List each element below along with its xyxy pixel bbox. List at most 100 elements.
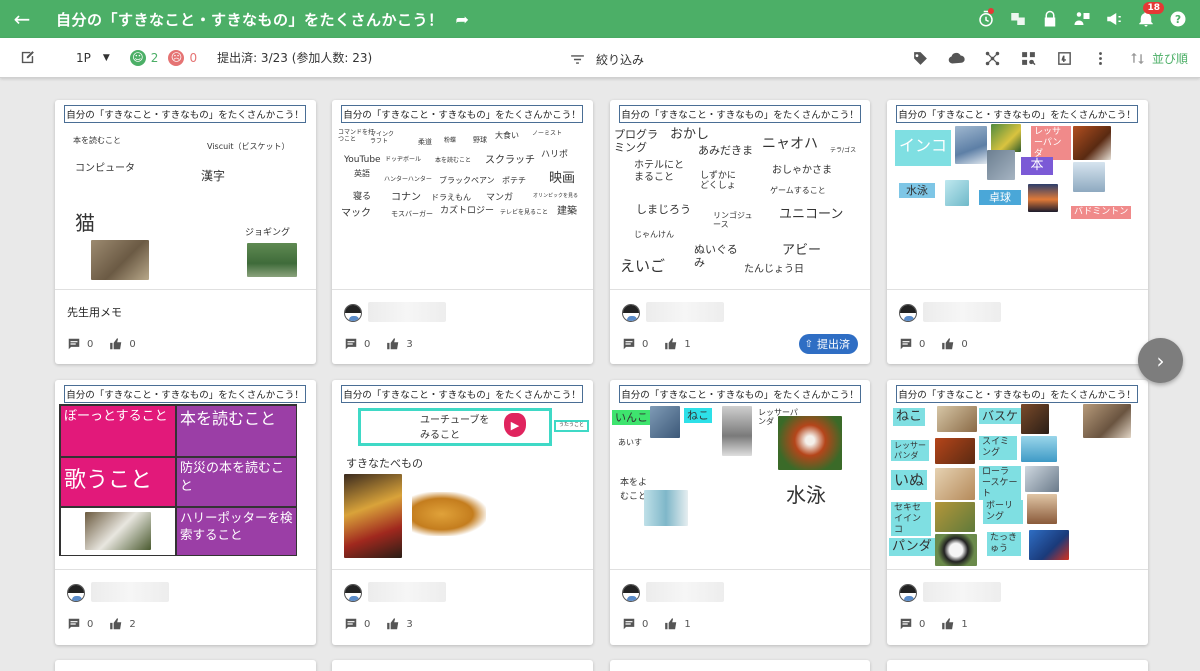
card-heading: 自分の「すきなこと・すきなもの」をたくさんかこう！ — [896, 105, 1138, 123]
filter-button[interactable]: 絞り込み — [566, 48, 644, 70]
card-7[interactable]: 自分の「すきなこと・すきなもの」をたくさんかこう！ いんこ ねこ レッサーパンダ… — [610, 380, 870, 645]
like-count: 1 — [684, 338, 691, 350]
thumbs-up-icon[interactable] — [941, 337, 955, 351]
thumbs-up-icon[interactable] — [109, 617, 123, 631]
teacher-icon[interactable] — [1066, 0, 1098, 38]
word-tag: ボーリング — [983, 500, 1023, 524]
back-arrow-icon[interactable]: ← — [0, 0, 44, 38]
word-tag: レッサーパンダ — [1031, 126, 1071, 161]
word: 本を読むこと — [73, 136, 121, 145]
word: えいご — [620, 257, 666, 275]
word: カズトロジー — [440, 206, 495, 216]
word: すきなたべもの — [346, 457, 423, 470]
thumbs-up-icon[interactable] — [664, 337, 678, 351]
tag-icon[interactable] — [910, 47, 932, 69]
thumbs-up-icon[interactable] — [109, 337, 123, 351]
word: ブラックペアン — [439, 176, 495, 185]
panda-photo — [935, 534, 977, 566]
french-fries-photo — [344, 474, 402, 558]
bowling-photo — [1027, 494, 1057, 524]
submission-status: 提出済: 3/23 (参加人数: 23) — [217, 51, 373, 65]
word: ホテルにとまること — [634, 160, 684, 183]
like-count: 0 — [961, 338, 968, 350]
red-panda-photo — [778, 416, 842, 470]
column-count-icon[interactable] — [1054, 47, 1076, 69]
notification-badge: 18 — [1143, 2, 1164, 14]
word: 英語 — [354, 169, 370, 178]
card-heading: 自分の「すきなこと・すきなもの」をたくさんかこう！ — [341, 385, 583, 403]
help-icon[interactable]: ? — [1162, 0, 1194, 38]
student-name-blurred — [91, 582, 169, 602]
good-count: 2 — [150, 50, 159, 65]
comment-icon[interactable] — [344, 617, 358, 631]
word: 大食い — [495, 131, 519, 140]
card-3[interactable]: 自分の「すきなこと・すきなもの」をたくさんかこう！ プログラミング おかし あみ… — [610, 100, 870, 364]
word: じゃんけん — [634, 230, 674, 239]
word-tag: ねこ — [684, 408, 712, 424]
image-search-icon[interactable] — [1018, 47, 1040, 69]
word: うたうこと — [554, 420, 590, 432]
parakeets-photo — [935, 502, 975, 532]
like-count: 3 — [406, 618, 413, 630]
grid-cell-image — [60, 507, 176, 556]
comment-icon[interactable] — [622, 337, 636, 351]
announce-icon[interactable] — [1098, 0, 1130, 38]
card-11-partial[interactable] — [610, 660, 870, 671]
red-panda-photo — [1073, 126, 1111, 160]
card-1[interactable]: 自分の「すきなこと・すきなもの」をたくさんかこう！ 本を読むこと Viscuit… — [55, 100, 316, 364]
timer-icon[interactable] — [970, 0, 1002, 38]
card-6[interactable]: 自分の「すきなこと・すきなもの」をたくさんかこう！ ユーチューブをみること ▶ … — [332, 380, 593, 645]
card-8[interactable]: 自分の「すきなこと・すきなもの」をたくさんかこう！ ねこ バスケ レッサーパンダ… — [887, 380, 1148, 645]
chevron-down-icon[interactable]: ▼ — [103, 53, 110, 63]
thumbs-up-icon[interactable] — [664, 617, 678, 631]
word: テレビを見ること — [500, 209, 549, 216]
comment-icon[interactable] — [344, 337, 358, 351]
card-9-partial[interactable] — [55, 660, 316, 671]
word: ゲームすること — [770, 186, 826, 195]
sort-button[interactable]: 並び順 — [1129, 50, 1188, 67]
smile-face-icon[interactable]: ☺ — [129, 49, 146, 66]
word: ハリポ — [541, 150, 569, 160]
thumbs-up-icon[interactable] — [941, 617, 955, 631]
card-4[interactable]: 自分の「すきなこと・すきなもの」をたくさんかこう！ インコ レッサーパンダ 本 … — [887, 100, 1148, 364]
card-2[interactable]: 自分の「すきなこと・すきなもの」をたくさんかこう！ コマンドを打つこと マインク… — [332, 100, 593, 364]
submitted-label: 提出済 — [817, 338, 850, 351]
comment-icon[interactable] — [899, 337, 913, 351]
avatar — [344, 584, 362, 602]
lock-icon[interactable] — [1034, 0, 1066, 38]
dogs-photo — [935, 468, 975, 500]
thumbs-up-icon[interactable] — [386, 337, 400, 351]
word: ユニコーン — [779, 207, 844, 222]
student-name-blurred — [646, 582, 724, 602]
frown-face-icon[interactable]: ☹ — [168, 49, 185, 66]
spellcheck-cloud-icon[interactable] — [946, 47, 968, 69]
comment-count: 0 — [87, 618, 94, 630]
comment-icon[interactable] — [899, 617, 913, 631]
network-icon[interactable] — [982, 47, 1004, 69]
word: 柔道 — [418, 138, 432, 146]
card-10-partial[interactable] — [332, 660, 593, 671]
grid-cell: 歌うこと — [60, 457, 176, 507]
comment-icon[interactable] — [622, 617, 636, 631]
page-selector[interactable]: 1P — [76, 51, 91, 65]
word: 本を読むこと — [435, 157, 472, 164]
comment-icon[interactable] — [67, 337, 81, 351]
next-page-button[interactable]: › — [1138, 338, 1183, 383]
likes-grid: ぼーっとすること 本を読むこと 歌うこと 防災の本を読むこと ハリーポッターを検… — [59, 404, 297, 556]
comment-icon[interactable] — [67, 617, 81, 631]
bell-icon[interactable]: 18 — [1130, 0, 1164, 38]
share-arrow-icon[interactable]: ➦ — [456, 10, 469, 29]
card-5[interactable]: 自分の「すきなこと・すきなもの」をたくさんかこう！ ぼーっとすること 本を読むこ… — [55, 380, 316, 645]
app-bar: ← 自分の「すきなこと・すきなもの」をたくさんかこう！ ➦ 18 ? — [0, 0, 1200, 38]
thumbs-up-icon[interactable] — [386, 617, 400, 631]
word: ユーチューブをみること — [420, 415, 490, 441]
card-canvas: 自分の「すきなこと・すきなもの」をたくさんかこう！ 本を読むこと Viscuit… — [55, 100, 316, 290]
word: ぬいぐるみ — [694, 243, 738, 269]
translate-icon[interactable] — [1002, 0, 1034, 38]
avatar — [344, 304, 362, 322]
edit-board-icon[interactable] — [16, 47, 38, 69]
card-12-partial[interactable] — [887, 660, 1148, 671]
word: モスバーガー — [391, 210, 433, 218]
cat-photo — [722, 406, 752, 456]
more-vert-icon[interactable] — [1090, 47, 1112, 69]
